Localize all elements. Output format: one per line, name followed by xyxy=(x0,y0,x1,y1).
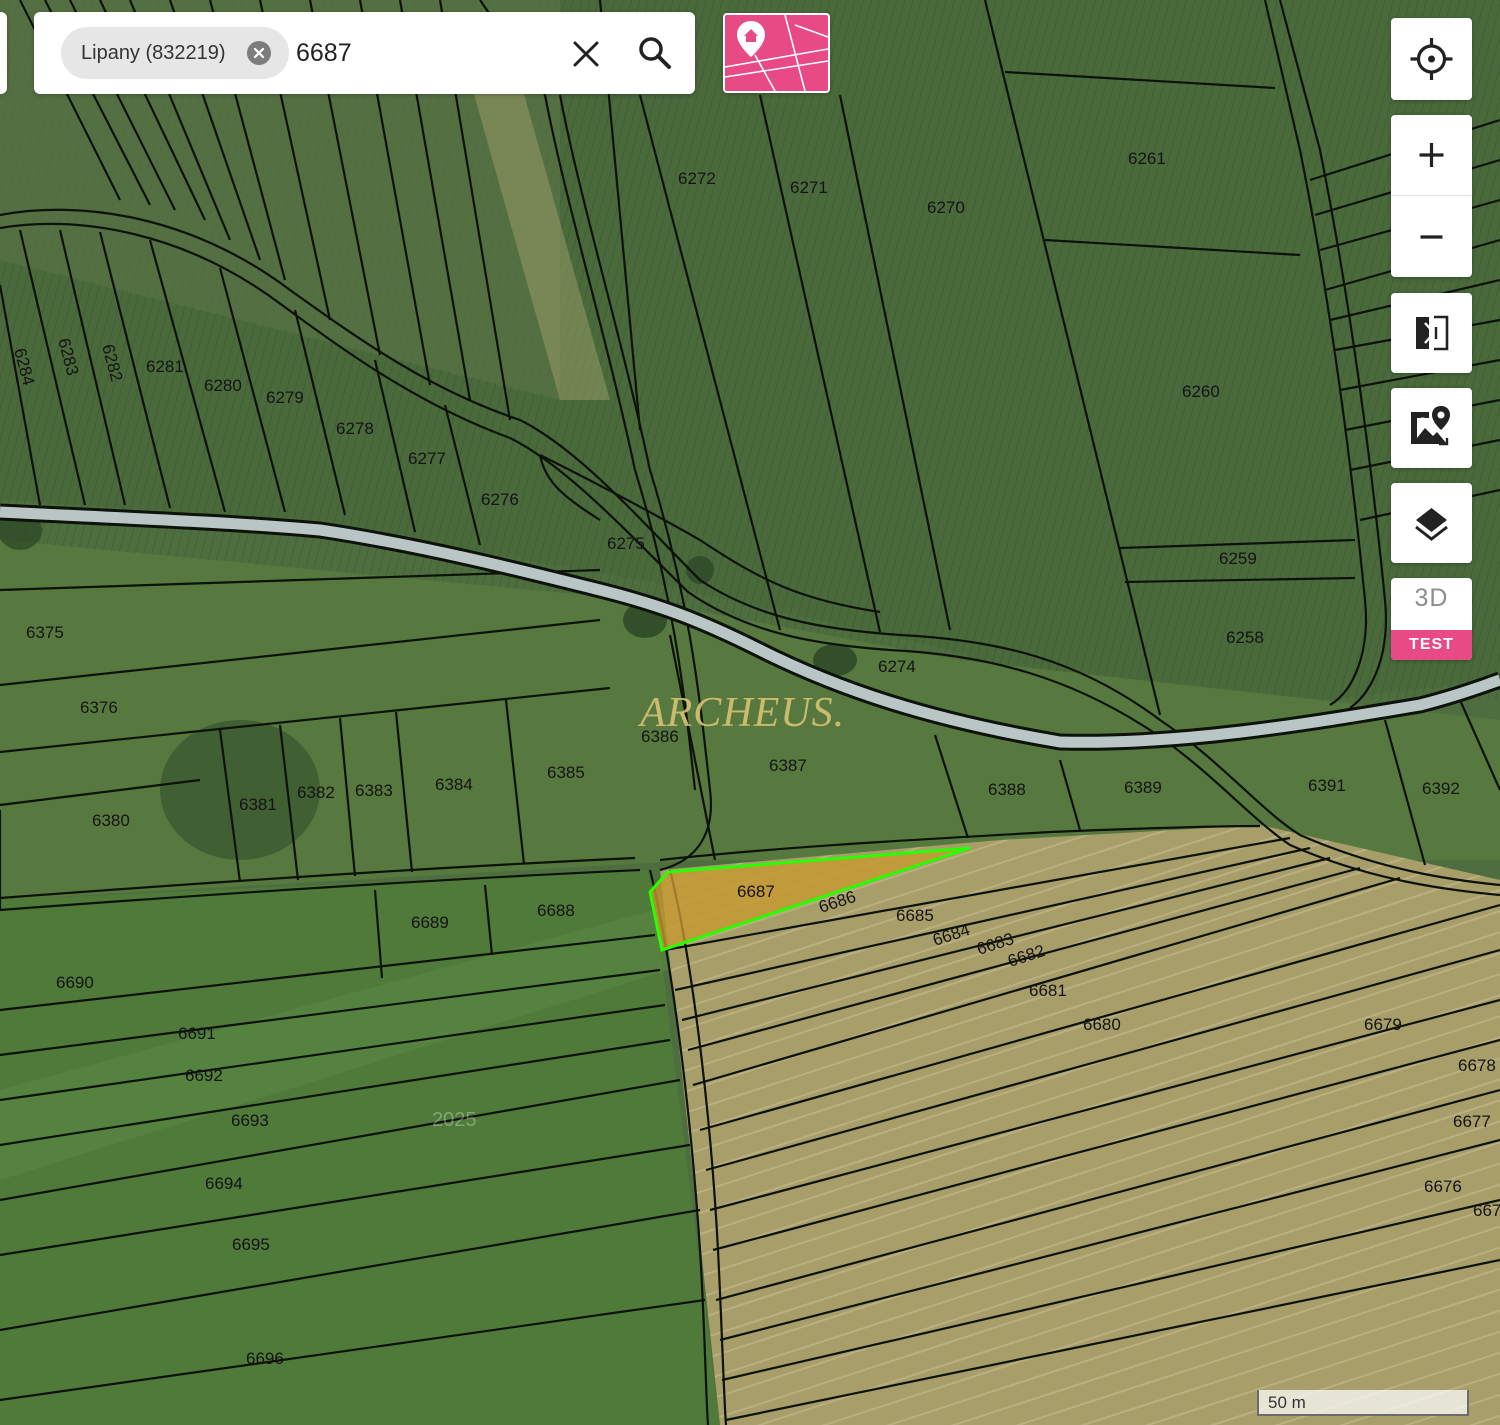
map-source-button[interactable]: G xyxy=(1391,388,1472,468)
parcel-label: 6685 xyxy=(896,906,934,925)
parcel-label: 6381 xyxy=(239,795,277,814)
parcel-label: 6274 xyxy=(878,657,916,676)
search-bar: Lipany (832219) xyxy=(34,12,695,94)
search-icon[interactable] xyxy=(636,34,674,72)
side-panel-edge[interactable] xyxy=(0,12,7,94)
parcel-label: 6388 xyxy=(988,780,1026,799)
parcel-label: 6694 xyxy=(205,1174,243,1193)
parcel-label: 6375 xyxy=(26,623,64,642)
test-badge: TEST xyxy=(1391,630,1472,660)
parcel-label: 6680 xyxy=(1083,1015,1121,1034)
cadastral-map[interactable]: ARCHEUS. 2025 62616272 627162706284 6283 62… xyxy=(0,0,1500,1425)
parcel-label: 6261 xyxy=(1128,149,1166,168)
parcel-label: 6258 xyxy=(1226,628,1264,647)
compare-icon xyxy=(1416,315,1449,351)
parcel-label: 6691 xyxy=(178,1024,216,1043)
parcel-label: 6387 xyxy=(769,756,807,775)
zoom-controls xyxy=(1391,115,1472,277)
parcel-label: 6386 xyxy=(641,727,679,746)
parcel-label: 6689 xyxy=(411,913,449,932)
3d-label: 3D xyxy=(1414,584,1449,612)
parcel-label: 6376 xyxy=(80,698,118,717)
cadastre-map-icon xyxy=(725,15,828,91)
parcel-label: 6383 xyxy=(355,781,393,800)
parcel-label: 6270 xyxy=(927,198,965,217)
parcel-label: 6391 xyxy=(1308,776,1346,795)
parcel-label: 6677 xyxy=(1453,1112,1491,1131)
parcel-label: 6692 xyxy=(185,1066,223,1085)
locate-me-button[interactable] xyxy=(1391,18,1472,100)
parcel-label: 6272 xyxy=(678,169,716,188)
parcel-label: 6695 xyxy=(232,1235,270,1254)
parcel-label: 6279 xyxy=(266,388,304,407)
compare-view-button[interactable] xyxy=(1391,293,1472,373)
parcel-label: 6389 xyxy=(1124,778,1162,797)
parcel-label: 667 xyxy=(1473,1201,1500,1220)
parcel-label: 6696 xyxy=(246,1349,284,1368)
map-canvas[interactable]: ARCHEUS. 2025 6261 6272 6271 6270 6284 6283 62… xyxy=(0,0,1500,1425)
parcel-label: 6260 xyxy=(1182,382,1220,401)
parcel-label: 6676 xyxy=(1424,1177,1462,1196)
cadastral-area-chip[interactable]: Lipany (832219) xyxy=(61,27,289,79)
zoom-in-button[interactable] xyxy=(1391,115,1472,195)
search-input[interactable] xyxy=(296,30,556,76)
watermark-year: 2025 xyxy=(432,1109,477,1131)
plus-icon xyxy=(1419,143,1444,167)
parcel-label: 6276 xyxy=(481,490,519,509)
parcel-label: 6679 xyxy=(1364,1015,1402,1034)
layers-icon xyxy=(1415,508,1448,541)
parcel-label: 6278 xyxy=(336,419,374,438)
scale-label: 50 m xyxy=(1268,1393,1306,1412)
chip-remove-icon[interactable] xyxy=(247,41,271,65)
parcel-label: 6690 xyxy=(56,973,94,992)
parcel-label: 6275 xyxy=(607,534,645,553)
parcel-label: 6678 xyxy=(1458,1056,1496,1075)
minus-icon xyxy=(1420,235,1443,239)
parcel-label: 6281 xyxy=(146,357,184,376)
crosshair-icon xyxy=(1410,38,1453,80)
cadastre-layer-button[interactable] xyxy=(723,13,830,93)
parcel-label: 6384 xyxy=(435,775,473,794)
map-pin-icon: G xyxy=(1411,406,1450,446)
scale-bar: 50 m xyxy=(1257,1390,1469,1416)
3d-mode-button[interactable]: 3D TEST xyxy=(1391,578,1472,660)
chip-label: Lipany (832219) xyxy=(81,42,226,64)
parcel-label: 6382 xyxy=(297,783,335,802)
parcel-label: 6385 xyxy=(547,763,585,782)
layers-button[interactable] xyxy=(1391,483,1472,563)
parcel-label: 6277 xyxy=(408,449,446,468)
parcel-label: 6693 xyxy=(231,1111,269,1130)
clear-search-icon[interactable] xyxy=(568,36,604,72)
zoom-out-button[interactable] xyxy=(1391,196,1472,276)
parcel-label: 6392 xyxy=(1422,779,1460,798)
parcel-label: 6380 xyxy=(92,811,130,830)
parcel-label: 6259 xyxy=(1219,549,1257,568)
parcel-label: 6271 xyxy=(790,178,828,197)
parcel-label: 6688 xyxy=(537,901,575,920)
svg-text:G: G xyxy=(1418,415,1427,429)
parcel-label: 6280 xyxy=(204,376,242,395)
parcel-label: 6687 xyxy=(737,882,775,901)
parcel-label: 6681 xyxy=(1029,981,1067,1000)
